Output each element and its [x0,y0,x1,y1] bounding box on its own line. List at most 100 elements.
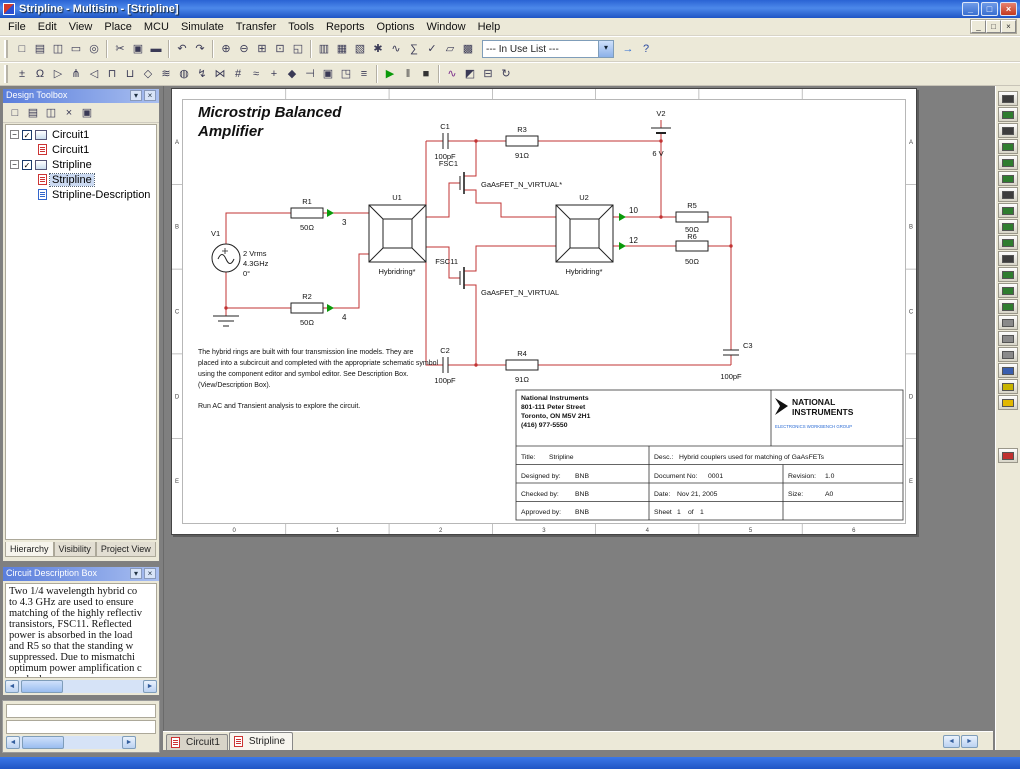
component-r3-resistor[interactable] [505,135,539,147]
postprocessor-view-icon[interactable]: ⊟ [479,65,497,83]
postprocessor-icon[interactable]: ∑ [405,40,423,58]
wattmeter-icon[interactable] [998,123,1018,138]
panel-row[interactable] [6,704,156,718]
open-design-icon[interactable]: ▤ [24,104,42,122]
print-preview-icon[interactable]: ◎ [85,40,103,58]
component-r1-resistor[interactable] [290,207,324,219]
minimize-button[interactable]: _ [962,2,979,16]
close-design-icon[interactable]: × [60,104,78,122]
component-c1-capacitor[interactable] [442,133,449,149]
logic-analyzer-icon[interactable] [998,219,1018,234]
scrollbar-thumb[interactable] [21,680,63,693]
tree-checkbox[interactable]: ✓ [22,129,32,140]
tree-checkbox[interactable]: ✓ [22,159,32,170]
paste-icon[interactable]: ▬ [147,40,165,58]
toolbox-tab-visibility[interactable]: Visibility [53,542,96,557]
database-manager-icon[interactable]: ▧ [351,40,369,58]
combo-dropdown-button[interactable]: ▾ [598,41,613,57]
place-hierarchical-block-icon[interactable]: ◳ [337,65,355,83]
schematic-canvas[interactable]: 0123456AABBCCDDEE Microstrip Balanced Am… [163,86,993,731]
sheet-tab-circuit1[interactable]: Circuit1 [166,734,228,750]
panel-close-icon[interactable]: × [144,568,156,579]
tab-scroll-right-icon[interactable]: ► [961,735,978,748]
in-use-list-combo[interactable]: --- In Use List --- ▾ [482,40,614,58]
zoom-out-icon[interactable]: ⊖ [235,40,253,58]
menu-file[interactable]: File [2,19,32,35]
component-u2-hybridring[interactable] [555,204,614,263]
component-c3-capacitor[interactable] [723,349,739,356]
tektronix-oscilloscope-icon[interactable] [998,363,1018,378]
agilent-multimeter-icon[interactable] [998,331,1018,346]
save-design-icon[interactable]: ◫ [42,104,60,122]
four-channel-oscilloscope-icon[interactable] [998,155,1018,170]
menu-help[interactable]: Help [472,19,507,35]
place-rf-icon[interactable]: ≈ [247,65,265,83]
zoom-fit-icon[interactable]: ⊡ [271,40,289,58]
scroll-left-icon[interactable]: ◄ [6,736,20,749]
place-ttl-icon[interactable]: ⊓ [103,65,121,83]
zoom-in-icon[interactable]: ⊕ [217,40,235,58]
place-electromechanical-icon[interactable]: + [265,65,283,83]
tree-node-stripline-description[interactable]: Stripline-Description [6,187,156,202]
print-icon[interactable]: ▭ [67,40,85,58]
component-r2-resistor[interactable] [290,302,324,314]
rename-page-icon[interactable]: ▣ [78,104,96,122]
description-h-scrollbar[interactable]: ◄ ► [5,680,157,693]
menu-mcu[interactable]: MCU [138,19,175,35]
component-u1-hybridring[interactable] [368,204,427,263]
word-generator-icon[interactable] [998,203,1018,218]
spectrum-analyzer-icon[interactable] [998,283,1018,298]
zoom-window-icon[interactable]: ⊞ [253,40,271,58]
breadboard-view-icon[interactable]: ▩ [459,40,477,58]
multimeter-icon[interactable] [998,91,1018,106]
help-icon[interactable]: ? [637,40,655,58]
tree-node-circuit1[interactable]: Circuit1 [6,142,156,157]
place-mcu-icon[interactable]: ▣ [319,65,337,83]
refresh-icon[interactable]: ↻ [497,65,515,83]
function-generator-icon[interactable] [998,107,1018,122]
place-misc-digital-icon[interactable]: ◇ [139,65,157,83]
undo-icon[interactable]: ↶ [173,40,191,58]
tree-expander-icon[interactable]: − [10,160,19,169]
menu-edit[interactable]: Edit [32,19,63,35]
place-indicator-icon[interactable]: ◍ [175,65,193,83]
design-toolbox-toggle-icon[interactable]: ▥ [315,40,333,58]
panel-row[interactable] [6,720,156,734]
bode-plotter-icon[interactable] [998,171,1018,186]
capture-screen-area-icon[interactable]: ▱ [441,40,459,58]
frequency-counter-icon[interactable] [998,187,1018,202]
menu-simulate[interactable]: Simulate [175,19,230,35]
place-connector-icon[interactable]: ⊣ [301,65,319,83]
toolbar-grip[interactable] [4,65,8,83]
scroll-right-icon[interactable]: ► [143,680,157,693]
tab-scroll-left-icon[interactable]: ◄ [943,735,960,748]
autohide-pin-icon[interactable]: ▾ [130,90,142,101]
labview-instruments-icon[interactable] [998,395,1018,410]
autohide-pin-icon[interactable]: ▾ [130,568,142,579]
panel-close-icon[interactable]: × [144,90,156,101]
component-fsc11-gaasfet[interactable] [459,267,465,289]
stop-simulation-button[interactable]: ■ [417,65,435,83]
place-analog-icon[interactable]: ◁ [85,65,103,83]
scrollbar-thumb[interactable] [22,736,64,749]
component-fsc1-gaasfet[interactable] [459,172,465,194]
cut-icon[interactable]: ✂ [111,40,129,58]
measurement-probe-icon[interactable] [998,379,1018,394]
component-c2-capacitor[interactable] [442,357,449,373]
menu-view[interactable]: View [63,19,99,35]
grapher-icon[interactable]: ∿ [387,40,405,58]
toolbox-tab-project-view[interactable]: Project View [95,542,156,557]
current-probe-icon[interactable] [998,448,1018,463]
pause-simulation-button[interactable]: ‖ [399,65,417,83]
new-file-icon[interactable]: □ [13,40,31,58]
distortion-analyzer-icon[interactable] [998,267,1018,282]
place-bus-icon[interactable]: ≡ [355,65,373,83]
iv-analyzer-icon[interactable] [998,251,1018,266]
tree-node-stripline[interactable]: − ✓ Stripline [6,157,156,172]
electrical-rules-check-icon[interactable]: ✓ [423,40,441,58]
toolbox-tab-hierarchy[interactable]: Hierarchy [5,542,54,557]
place-source-icon[interactable]: ± [13,65,31,83]
create-component-icon[interactable]: ✱ [369,40,387,58]
logic-converter-icon[interactable] [998,235,1018,250]
place-basic-icon[interactable]: Ω [31,65,49,83]
